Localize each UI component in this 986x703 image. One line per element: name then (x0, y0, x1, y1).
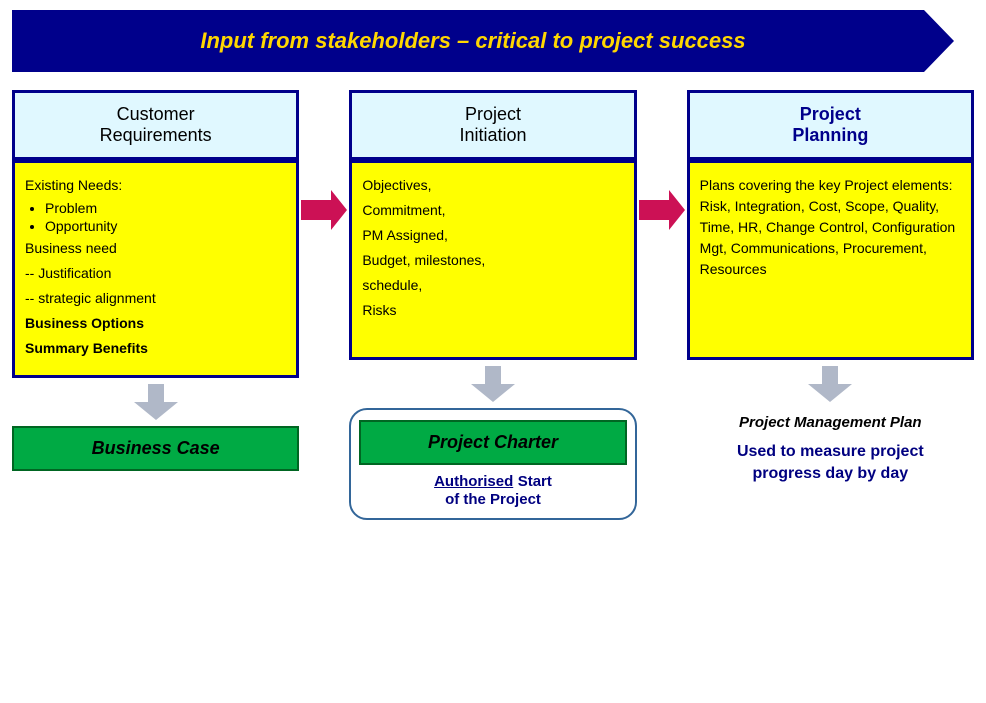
header-project-planning: ProjectPlanning (687, 90, 974, 160)
down-arrow-3 (808, 366, 852, 402)
authorised-text: Authorised Start (359, 473, 626, 491)
list-item: Problem (45, 200, 286, 216)
right-arrow-icon-2 (639, 190, 685, 230)
down-arrow-2 (471, 366, 515, 402)
pink-arrow-1 (299, 90, 349, 230)
header-project-initiation: ProjectInitiation (349, 90, 636, 160)
list-item: Opportunity (45, 218, 286, 234)
start-text: Start (518, 473, 552, 490)
content-line: Risks (362, 300, 623, 321)
arrow-shape: Input from stakeholders – critical to pr… (12, 10, 954, 72)
content-line: -- strategic alignment (25, 288, 286, 309)
output-project-charter: Project Charter (359, 420, 626, 465)
column-customer-requirements: CustomerRequirements Existing Needs: Pro… (12, 90, 299, 471)
header-label-3: ProjectPlanning (792, 104, 868, 146)
banner-text: Input from stakeholders – critical to pr… (200, 28, 765, 54)
content-project-planning: Plans covering the key Project elements:… (687, 160, 974, 360)
output-plan-label: Project Management Plan (739, 414, 922, 431)
content-line: Plans covering the key Project elements:… (700, 175, 961, 280)
content-line: -- Justification (25, 263, 286, 284)
content-line: PM Assigned, (362, 225, 623, 246)
content-line: Objectives, (362, 175, 623, 196)
header-label-2: ProjectInitiation (459, 104, 526, 146)
output-business-case: Business Case (12, 426, 299, 471)
down-arrow-1 (134, 384, 178, 420)
content-line: schedule, (362, 275, 623, 296)
content-project-initiation: Objectives, Commitment, PM Assigned, Bud… (349, 160, 636, 360)
header-customer-requirements: CustomerRequirements (12, 90, 299, 160)
content-line: Existing Needs: (25, 175, 286, 196)
charter-container: Project Charter Authorised Start of the … (349, 408, 636, 520)
of-project-text: of the Project (359, 491, 626, 508)
content-line-bold: Business Options (25, 313, 286, 334)
right-arrow-icon-1 (301, 190, 347, 230)
content-line: Budget, milestones, (362, 250, 623, 271)
content-list: Problem Opportunity (25, 200, 286, 234)
content-line-bold: Summary Benefits (25, 338, 286, 359)
content-customer-requirements: Existing Needs: Problem Opportunity Busi… (12, 160, 299, 378)
output-label-2: Project Charter (428, 432, 558, 452)
pink-arrow-2 (637, 90, 687, 230)
content-line: Business need (25, 238, 286, 259)
header-label-1: CustomerRequirements (100, 104, 212, 146)
content-line: Commitment, (362, 200, 623, 221)
authorised-underline: Authorised (434, 473, 513, 490)
top-banner: Input from stakeholders – critical to pr… (12, 10, 974, 72)
output-label-1: Business Case (92, 438, 220, 458)
column-project-initiation: ProjectInitiation Objectives, Commitment… (349, 90, 636, 520)
used-text: Used to measure projectprogress day by d… (737, 441, 924, 486)
column-project-planning: ProjectPlanning Plans covering the key P… (687, 90, 974, 486)
diagram-container: Input from stakeholders – critical to pr… (0, 0, 986, 703)
